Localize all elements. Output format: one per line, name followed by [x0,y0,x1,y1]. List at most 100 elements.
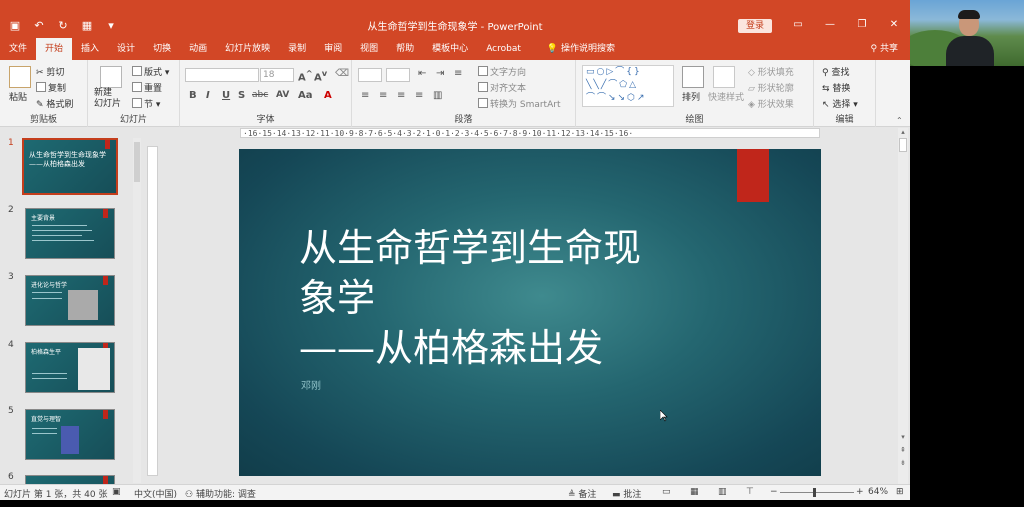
shape-outline-button[interactable]: ▱ 形状轮廓 [748,81,794,94]
tab-template-center[interactable]: 模板中心 [423,38,477,60]
arrange-icon[interactable] [682,66,704,88]
font-size-select[interactable]: 18 [260,68,294,82]
change-case-icon[interactable]: Aa [298,90,313,101]
accessibility-status[interactable]: ⚇ 辅助功能: 调查 [185,487,256,500]
normal-view-icon[interactable]: ▭ [662,487,671,497]
new-slide-button[interactable]: 新建 幻灯片 [94,88,121,110]
thumbnail-slide-3[interactable]: 进化论与哲学 [25,275,115,326]
tab-insert[interactable]: 插入 [72,38,108,60]
tab-acrobat[interactable]: Acrobat [477,38,530,60]
italic-button[interactable]: I [206,90,210,101]
scroll-up-icon[interactable]: ▴ [899,128,907,136]
minimize-icon[interactable]: — [814,17,846,33]
quick-styles-icon[interactable] [713,66,735,88]
font-name-select[interactable] [185,68,259,82]
numbering-icon[interactable] [386,68,410,82]
shrink-font-icon[interactable]: Av [314,68,327,83]
tab-slideshow[interactable]: 幻灯片放映 [216,38,279,60]
next-slide-icon[interactable]: ⇟ [899,459,907,467]
tab-review[interactable]: 审阅 [315,38,351,60]
bullets-icon[interactable] [358,68,382,82]
replace-button[interactable]: ⇆ 替换 [822,81,850,94]
tab-design[interactable]: 设计 [108,38,144,60]
decrease-indent-icon[interactable]: ⇤ [418,68,426,79]
cut-button[interactable]: ✂ 剪切 [36,65,64,78]
align-right-icon[interactable]: ≡ [397,90,405,101]
grow-font-icon[interactable]: A^ [298,68,313,83]
comments-button[interactable]: ▬ 批注 [612,487,641,500]
vertical-scrollbar[interactable]: ▴ ▾ ⇞ ⇟ [898,128,908,484]
spellcheck-icon[interactable]: ▣ [112,487,121,497]
zoom-level[interactable]: 64% [868,487,888,497]
reset-button[interactable]: 重置 [132,81,162,94]
underline-button[interactable]: U [222,90,230,101]
tab-help[interactable]: 帮助 [387,38,423,60]
justify-icon[interactable]: ≡ [415,90,423,101]
thumbnail-slide-2[interactable]: 主要背景 [25,208,115,259]
language-status[interactable]: 中文(中国) [134,487,177,500]
slide-sorter-icon[interactable]: ▦ [690,487,699,497]
tab-animations[interactable]: 动画 [180,38,216,60]
tab-view[interactable]: 视图 [351,38,387,60]
shape-fill-button[interactable]: ◇ 形状填充 [748,65,794,78]
thumbnail-scroll-thumb[interactable] [134,142,140,182]
previous-slide-icon[interactable]: ⇞ [899,446,907,454]
line-spacing-icon[interactable]: ≡ [454,68,462,79]
shapes-gallery[interactable]: ▭○▷⌒{} ╲╲╱⌒⬠△ ⌒⌒↘↘⬡↗ [582,65,674,107]
slide-author[interactable]: 邓刚 [301,377,321,392]
align-text-button[interactable]: 对齐文本 [478,81,526,94]
find-button[interactable]: ⚲ 查找 [822,65,849,78]
scroll-down-icon[interactable]: ▾ [899,433,907,441]
thumbnail-slide-5[interactable]: 直觉与理智 [25,409,115,460]
font-color-icon[interactable]: A [324,90,332,101]
arrange-button[interactable]: 排列 [682,90,700,103]
copy-button[interactable]: 复制 [36,81,66,94]
slideshow-icon[interactable]: ⊤ [746,487,754,497]
maximize-icon[interactable]: ❐ [846,17,878,33]
zoom-out-icon[interactable]: − [770,487,778,497]
thumbnail-slide-1[interactable]: 从生命哲学到生命现象学 ——从柏格森出发 [22,138,118,195]
quick-styles-button[interactable]: 快速样式 [708,90,744,103]
thumbnail-slide-6[interactable] [25,475,115,484]
increase-indent-icon[interactable]: ⇥ [436,68,444,79]
close-icon[interactable]: ✕ [878,17,910,33]
tab-record[interactable]: 录制 [279,38,315,60]
scroll-thumb[interactable] [899,138,907,152]
zoom-slider[interactable] [780,492,854,493]
thumbnail-slide-4[interactable]: 柏格森生平 [25,342,115,393]
clear-format-icon[interactable]: ⌫ [335,68,349,79]
smartart-button[interactable]: 转换为 SmartArt [478,97,560,110]
login-button[interactable]: 登录 [738,19,772,33]
section-button[interactable]: 节 ▾ [132,97,160,110]
slide-canvas[interactable]: 从生命哲学到生命现 象学 ——从柏格森出发 邓刚 [239,149,821,476]
select-button[interactable]: ↖ 选择 ▾ [822,97,858,110]
paste-button[interactable]: 粘贴 [9,90,27,103]
new-slide-icon[interactable] [100,66,122,88]
tab-transitions[interactable]: 切换 [144,38,180,60]
format-painter-button[interactable]: ✎ 格式刷 [36,97,73,110]
tell-me-search[interactable]: 💡 操作说明搜索 [538,38,624,60]
columns-icon[interactable]: ▥ [433,90,442,101]
shape-effects-button[interactable]: ◈ 形状效果 [748,97,794,110]
reading-view-icon[interactable]: ▥ [718,487,727,497]
share-button[interactable]: ⚲ 共享 [871,38,898,60]
paste-icon[interactable] [9,66,31,88]
zoom-slider-thumb[interactable] [813,488,816,497]
fit-slide-icon[interactable]: ⊞ [896,487,904,497]
tab-home[interactable]: 开始 [36,38,73,60]
char-spacing-button[interactable]: AV [276,90,289,100]
tab-file[interactable]: 文件 [0,38,36,60]
bold-button[interactable]: B [189,90,197,101]
align-center-icon[interactable]: ≡ [379,90,387,101]
strikethrough-button[interactable]: abc [252,90,268,100]
ribbon-display-icon[interactable]: ▭ [782,17,814,33]
zoom-in-icon[interactable]: + [856,487,864,497]
notes-button[interactable]: ≜ 备注 [568,487,596,500]
slide-title[interactable]: 从生命哲学到生命现 象学 ——从柏格森出发 [299,223,719,373]
thumbnail-scrollbar[interactable] [133,138,141,483]
align-left-icon[interactable]: ≡ [361,90,369,101]
text-direction-button[interactable]: 文字方向 [478,65,526,78]
shadow-button[interactable]: S [238,90,245,101]
layout-button[interactable]: 版式 ▾ [132,65,169,78]
collapse-ribbon-icon[interactable]: ⌃ [896,116,903,125]
